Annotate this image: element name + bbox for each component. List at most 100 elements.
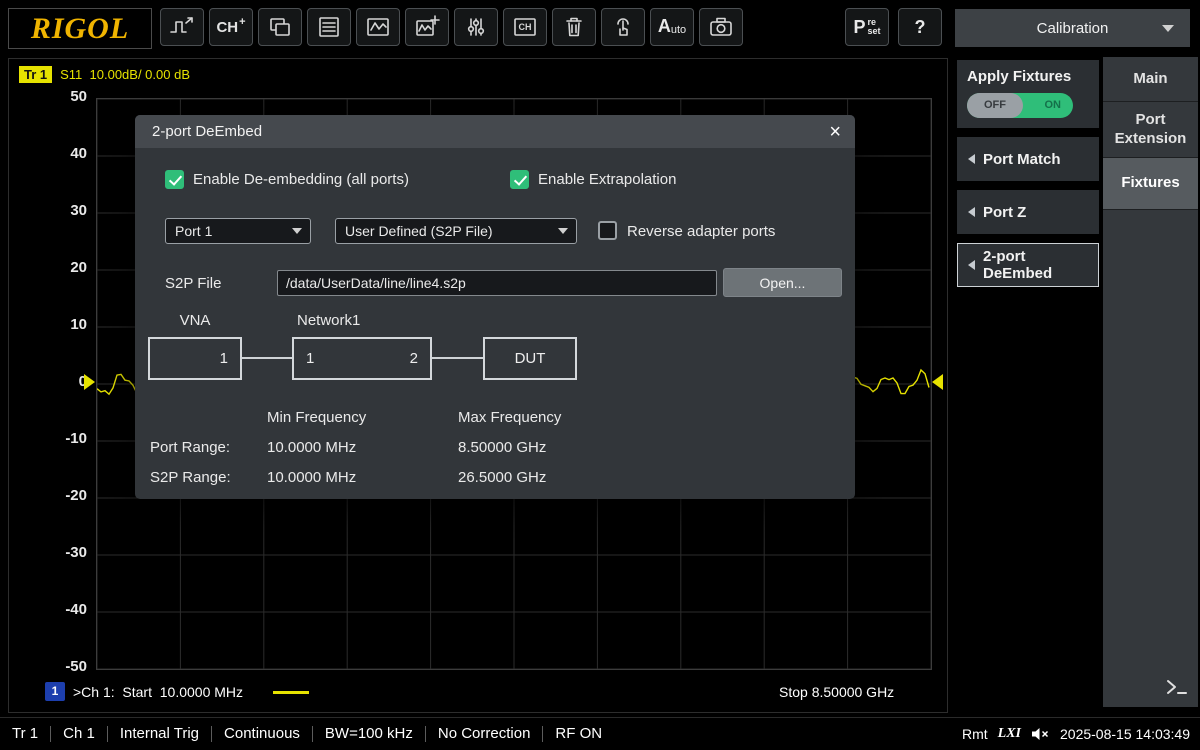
network-box: 1 2 bbox=[292, 337, 432, 380]
pulse-icon bbox=[169, 14, 195, 40]
max-frequency-header: Max Frequency bbox=[458, 409, 561, 426]
lxi-logo: LXI bbox=[998, 726, 1021, 742]
ref-level-marker-right bbox=[932, 374, 943, 390]
datetime: 2025-08-15 14:03:49 bbox=[1060, 726, 1190, 742]
preset-label-set: set bbox=[868, 27, 881, 36]
sidebar: Apply Fixtures ON OFF Port Match Port Z … bbox=[955, 55, 1200, 712]
toolbar-buttons: CH + bbox=[160, 8, 942, 46]
chevron-left-icon bbox=[968, 154, 975, 164]
status-trace[interactable]: Tr 1 bbox=[12, 726, 50, 742]
trace-color-swatch bbox=[273, 691, 309, 694]
chart-plus-icon bbox=[414, 14, 440, 40]
status-bandwidth[interactable]: BW=100 kHz bbox=[312, 726, 425, 742]
tab-label: Port Extension bbox=[1109, 111, 1192, 149]
touch-icon bbox=[610, 14, 636, 40]
y-axis-tick: -40 bbox=[13, 601, 87, 618]
remote-indicator: Rmt bbox=[962, 726, 988, 742]
touch-button[interactable] bbox=[601, 8, 645, 46]
apply-fixtures-item: Apply Fixtures ON OFF bbox=[957, 60, 1099, 128]
mute-icon[interactable] bbox=[1031, 727, 1050, 741]
auto-label-a: A bbox=[658, 16, 671, 37]
open-button-label: Open... bbox=[760, 275, 806, 291]
network-port-in: 1 bbox=[306, 339, 314, 378]
port-select[interactable]: Port 1 bbox=[165, 218, 311, 244]
ref-level-marker-left bbox=[84, 374, 95, 390]
enable-deembed-label: Enable De-embedding (all ports) bbox=[193, 171, 409, 188]
scale-settings-button[interactable] bbox=[454, 8, 498, 46]
plus-icon: + bbox=[239, 16, 245, 28]
trace-badge[interactable]: Tr 1 bbox=[19, 66, 52, 83]
sidebar-item-port-match[interactable]: Port Match bbox=[957, 137, 1099, 181]
help-button[interactable]: ? bbox=[898, 8, 942, 46]
add-channel-button[interactable]: CH + bbox=[209, 8, 253, 46]
sidebar-item-label: Port Z bbox=[983, 204, 1026, 221]
s2p-range-max: 26.5000 GHz bbox=[458, 469, 546, 486]
sidebar-item-2port-deembed[interactable]: 2-port DeEmbed bbox=[957, 243, 1099, 287]
network-label: Network1 bbox=[297, 312, 360, 329]
calibration-menu[interactable]: Calibration bbox=[955, 9, 1190, 47]
top-toolbar: RIGOL CH + bbox=[0, 0, 1200, 55]
tab-fixtures[interactable]: Fixtures bbox=[1103, 158, 1198, 210]
port-select-value: Port 1 bbox=[175, 223, 212, 239]
status-channel[interactable]: Ch 1 bbox=[50, 726, 107, 742]
status-bar: Tr 1 Ch 1 Internal Trig Continuous BW=10… bbox=[0, 717, 1200, 750]
apply-fixtures-label: Apply Fixtures bbox=[967, 68, 1089, 85]
screenshot-button[interactable] bbox=[699, 8, 743, 46]
y-axis-tick: -50 bbox=[13, 658, 87, 675]
tab-label: Main bbox=[1133, 70, 1167, 89]
delete-button[interactable] bbox=[552, 8, 596, 46]
apply-fixtures-toggle[interactable]: ON OFF bbox=[967, 93, 1073, 118]
add-channel-label: CH bbox=[216, 19, 238, 36]
chevron-left-icon bbox=[968, 260, 975, 270]
reverse-ports-label: Reverse adapter ports bbox=[627, 223, 775, 240]
enable-deembed-checkbox[interactable] bbox=[165, 170, 184, 189]
enable-extrapolation-checkbox[interactable] bbox=[510, 170, 529, 189]
y-axis-tick: -30 bbox=[13, 544, 87, 561]
trash-icon bbox=[561, 14, 587, 40]
network-port-out: 2 bbox=[410, 339, 418, 378]
channel-badge[interactable]: 1 bbox=[45, 682, 65, 701]
sidebar-menu: Apply Fixtures ON OFF Port Match Port Z … bbox=[957, 60, 1099, 296]
tab-label: Fixtures bbox=[1121, 174, 1179, 193]
calibration-menu-title: Calibration bbox=[1037, 20, 1109, 37]
network-type-select[interactable]: User Defined (S2P File) bbox=[335, 218, 577, 244]
enable-extrapolation-label: Enable Extrapolation bbox=[538, 171, 676, 188]
tab-port-extension[interactable]: Port Extension bbox=[1103, 102, 1198, 158]
port-range-min: 10.0000 MHz bbox=[267, 439, 356, 456]
y-axis-tick: -20 bbox=[13, 487, 87, 504]
open-button[interactable]: Open... bbox=[723, 268, 842, 297]
window-layout-button[interactable] bbox=[258, 8, 302, 46]
status-right: Rmt LXI 2025-08-15 14:03:49 bbox=[962, 726, 1190, 742]
status-sweep-mode[interactable]: Continuous bbox=[211, 726, 312, 742]
channel-window-button[interactable]: CH bbox=[503, 8, 547, 46]
trace-view-button[interactable] bbox=[356, 8, 400, 46]
toggle-on-label: ON bbox=[1045, 93, 1062, 118]
reverse-ports-checkbox[interactable] bbox=[598, 221, 617, 240]
status-trigger[interactable]: Internal Trig bbox=[107, 726, 211, 742]
vna-port-number: 1 bbox=[220, 339, 228, 378]
close-icon[interactable]: × bbox=[829, 122, 841, 142]
stimulus-button[interactable] bbox=[160, 8, 204, 46]
s2p-path-input[interactable] bbox=[277, 270, 717, 296]
auto-scale-button[interactable]: A uto bbox=[650, 8, 694, 46]
preset-button[interactable]: P re set bbox=[845, 8, 889, 46]
status-rf[interactable]: RF ON bbox=[542, 726, 614, 742]
add-trace-button[interactable] bbox=[405, 8, 449, 46]
preset-label-small: re set bbox=[868, 18, 881, 36]
dialog-titlebar[interactable]: 2-port DeEmbed × bbox=[135, 115, 855, 148]
status-items: Tr 1 Ch 1 Internal Trig Continuous BW=10… bbox=[12, 726, 614, 742]
port-range-label: Port Range: bbox=[150, 439, 230, 456]
status-correction[interactable]: No Correction bbox=[425, 726, 543, 742]
y-axis-tick: 10 bbox=[13, 316, 87, 333]
console-prompt-icon[interactable] bbox=[1166, 679, 1188, 700]
help-icon: ? bbox=[915, 17, 926, 38]
y-axis-tick: -10 bbox=[13, 430, 87, 447]
min-frequency-header: Min Frequency bbox=[267, 409, 366, 426]
trace-info[interactable]: S11 10.00dB/ 0.00 dB bbox=[60, 67, 190, 82]
channel-start-info[interactable]: >Ch 1: Start 10.0000 MHz bbox=[73, 683, 243, 701]
tab-main[interactable]: Main bbox=[1103, 57, 1198, 102]
y-axis-tick: 0 bbox=[13, 373, 87, 390]
channel-stop-info[interactable]: Stop 8.50000 GHz bbox=[779, 683, 894, 701]
sidebar-item-port-z[interactable]: Port Z bbox=[957, 190, 1099, 234]
meas-list-button[interactable] bbox=[307, 8, 351, 46]
